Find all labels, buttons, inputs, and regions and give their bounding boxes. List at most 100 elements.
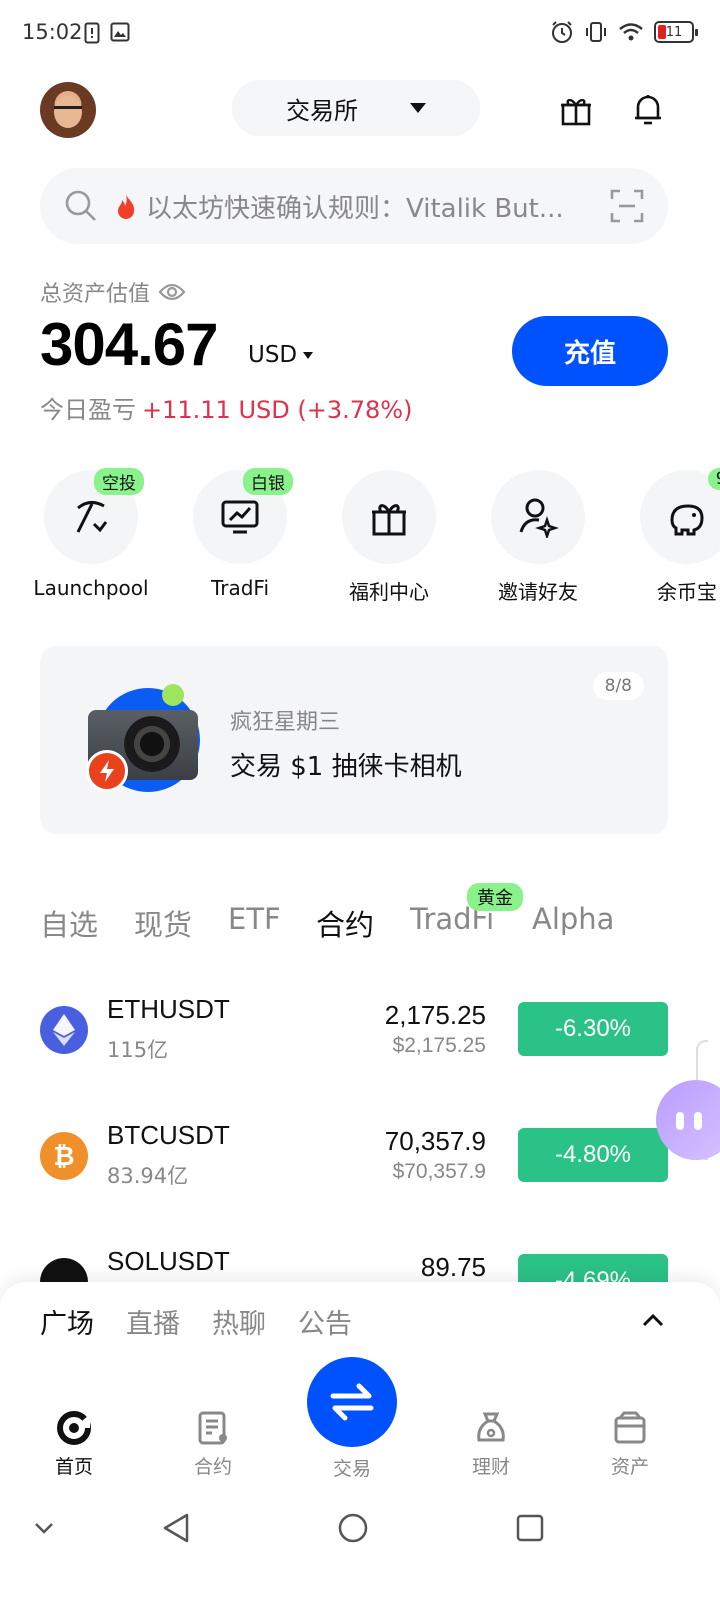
gift-box-icon[interactable]	[556, 90, 596, 130]
quick-action-badge: 空投	[94, 468, 144, 495]
scan-icon[interactable]	[610, 189, 644, 223]
money-bag-icon	[477, 1412, 505, 1442]
status-left-icons	[84, 22, 130, 44]
back-icon[interactable]	[156, 1508, 196, 1548]
market-pair: ETHUSDT	[107, 994, 230, 1024]
nav-trade-button[interactable]	[307, 1357, 397, 1447]
quick-action-label: TradFi	[210, 576, 270, 600]
sim-alert-icon	[84, 22, 100, 44]
recents-icon[interactable]	[510, 1508, 550, 1548]
quick-action-label: 邀请好友	[498, 580, 578, 604]
market-volume: 83.94亿	[107, 1164, 189, 1188]
battery-icon: 11	[654, 21, 698, 43]
table-row[interactable]: ETHUSDT 115亿 2,175.25 $2,175.25 -6.30%	[0, 990, 720, 1080]
currency-selector[interactable]: USD	[248, 342, 314, 368]
market-volume: 115亿	[107, 1038, 169, 1062]
market-change[interactable]: -4.80%	[518, 1128, 668, 1182]
home-icon	[57, 1411, 91, 1445]
status-bar: 15:02 11	[0, 0, 720, 66]
market-fiat-price: $2,175.25	[392, 1034, 486, 1057]
nav-label: 交易	[332, 1458, 371, 1480]
search-icon	[65, 190, 96, 221]
quick-action-label: 余币宝	[657, 580, 717, 604]
tab-alpha[interactable]: Alpha	[532, 902, 614, 936]
quick-action-tradfi[interactable]: 白银 TradFi	[165, 468, 315, 600]
total-assets-label-row: 总资产估值	[40, 276, 186, 308]
avatar[interactable]	[40, 82, 96, 138]
status-right-icons: 11	[550, 20, 698, 44]
sheet-tab-square[interactable]: 广场	[40, 1302, 94, 1341]
nav-label: 合约	[193, 1456, 232, 1478]
eye-icon[interactable]	[158, 282, 186, 302]
home-circle-icon[interactable]	[333, 1508, 373, 1548]
market-price: 70,357.9	[384, 1126, 486, 1156]
swap-arrows-icon	[330, 1383, 374, 1421]
table-row[interactable]: ₿ BTCUSDT 83.94亿 70,357.9 $70,357.9 -4.8…	[0, 1116, 720, 1206]
quick-action-label: Launchpool	[33, 576, 149, 600]
tab-etf[interactable]: ETF	[228, 902, 281, 936]
wifi-icon	[619, 23, 643, 41]
deposit-button[interactable]: 充值	[512, 316, 668, 386]
market-pair: BTCUSDT	[107, 1120, 230, 1150]
vibrate-icon	[586, 22, 606, 42]
search-placeholder: 以太坊快速确认规则：Vitalik But...	[146, 193, 564, 224]
quick-action-savings[interactable]: 9. 余币宝	[612, 468, 720, 605]
quick-action-badge: 白银	[243, 468, 293, 495]
market-price: 89.75	[420, 1252, 486, 1282]
lightning-icon	[86, 750, 128, 792]
alarm-icon	[552, 21, 572, 43]
banner-page-counter: 8/8	[592, 672, 644, 700]
pickaxe-icon	[76, 501, 108, 533]
caret-down-icon	[303, 351, 314, 359]
quick-action-invite[interactable]: 邀请好友	[463, 470, 613, 605]
exchange-label: 交易所	[286, 96, 358, 125]
fire-icon	[118, 194, 135, 219]
quick-action-rewards[interactable]: 福利中心	[314, 470, 464, 605]
tab-favorites[interactable]: 自选	[40, 902, 98, 944]
daily-pnl: 今日盈亏 +11.11 USD (+3.78%)	[40, 390, 412, 425]
banner-title: 交易 $1 抽徕卡相机	[230, 752, 462, 782]
futures-doc-icon	[198, 1411, 227, 1445]
nav-label: 理财	[471, 1456, 510, 1478]
nav-label: 首页	[54, 1456, 93, 1478]
nav-home[interactable]: 首页	[14, 1410, 134, 1479]
wallet-icon	[614, 1411, 646, 1444]
status-time: 15:02	[22, 20, 83, 44]
quick-action-label: 福利中心	[349, 580, 429, 604]
gallery-icon	[110, 22, 130, 42]
search-bar[interactable]: 以太坊快速确认规则：Vitalik But...	[40, 168, 668, 244]
tab-badge: 黄金	[467, 883, 523, 911]
nav-label: 资产	[610, 1456, 649, 1478]
sheet-tab-live[interactable]: 直播	[126, 1302, 180, 1341]
invite-user-icon	[519, 498, 559, 538]
sheet-tab-chat[interactable]: 热聊	[212, 1302, 266, 1341]
quick-action-launchpool[interactable]: 空投 Launchpool	[16, 468, 166, 600]
gift-icon	[372, 504, 406, 536]
nav-futures[interactable]: 合约	[153, 1410, 273, 1479]
pnl-value: +11.11 USD (+3.78%)	[142, 396, 413, 424]
pnl-label: 今日盈亏	[40, 396, 136, 424]
market-change[interactable]: -6.30%	[518, 1002, 668, 1056]
promo-banner[interactable]: 8/8 疯狂星期三 交易 $1 抽徕卡相机	[40, 646, 668, 834]
nav-assets[interactable]: 资产	[570, 1410, 690, 1479]
bell-icon[interactable]	[628, 90, 668, 130]
sheet-tab-announcements[interactable]: 公告	[298, 1302, 352, 1341]
chevron-down-icon[interactable]	[24, 1508, 64, 1548]
battery-level: 11	[665, 24, 683, 40]
market-pair: SOLUSDT	[107, 1246, 230, 1276]
tab-futures[interactable]: 合约	[316, 902, 374, 944]
nav-earn[interactable]: 理财	[431, 1410, 551, 1479]
market-fiat-price: $70,357.9	[392, 1160, 486, 1183]
chevron-up-icon[interactable]	[640, 1310, 666, 1330]
eth-icon	[40, 1006, 88, 1054]
total-assets-label: 总资产估值	[40, 282, 151, 307]
tab-spot[interactable]: 现货	[134, 902, 192, 944]
market-price: 2,175.25	[384, 1000, 486, 1030]
piggy-bank-icon	[670, 504, 704, 536]
currency-label: USD	[248, 342, 298, 368]
caret-down-icon	[410, 103, 426, 113]
chart-monitor-icon	[221, 500, 259, 534]
quick-action-badge: 9.	[707, 468, 720, 490]
total-assets-value: 304.67	[40, 311, 219, 378]
exchange-switcher[interactable]: 交易所	[232, 80, 480, 136]
